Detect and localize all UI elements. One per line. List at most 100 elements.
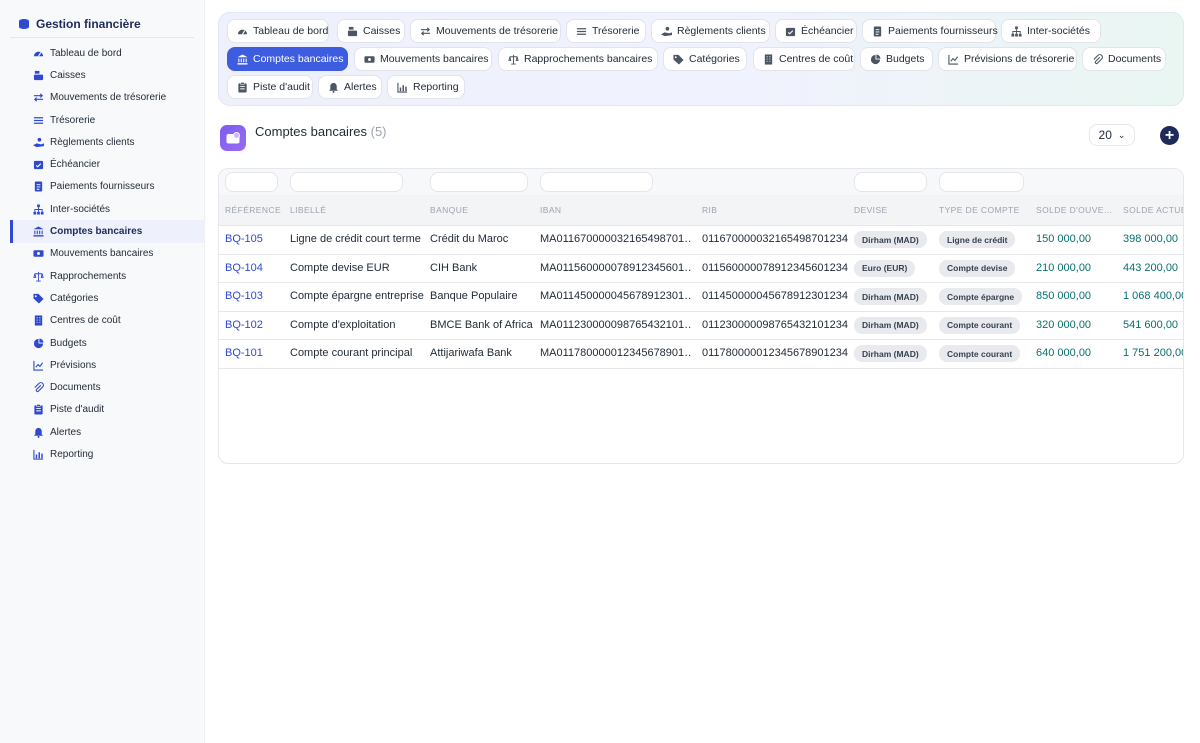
sidebar-item-rapprochements[interactable]: Rapprochements xyxy=(10,265,204,287)
filter-libelle-input[interactable] xyxy=(290,172,403,192)
column-header[interactable]: IBAN xyxy=(540,205,561,215)
table-row[interactable]: BQ-104 Compte devise EUR CIH Bank MA0115600… xyxy=(219,253,1183,283)
bank-name: Attijariwafa Bank xyxy=(430,347,512,360)
sidebar: Gestion financière Tableau de bord Caisse… xyxy=(0,0,205,743)
current-balance: 541 600,00 xyxy=(1123,318,1179,331)
currency-badge: Dirham (MAD) xyxy=(854,345,927,363)
opening-balance: 640 000,00 xyxy=(1036,347,1092,360)
tab-paiements-fournisseurs[interactable]: Paiements fournisseurs xyxy=(862,19,998,43)
filter-iban-input[interactable] xyxy=(540,172,653,192)
bell-icon xyxy=(32,426,44,438)
page-title: Comptes bancaires (5) xyxy=(255,124,387,139)
account-reference-link[interactable]: BQ-105 xyxy=(225,233,263,245)
iban-value: MA011230000098765432101… xyxy=(540,318,692,331)
filter-banque-input[interactable] xyxy=(430,172,528,192)
line-chart-icon xyxy=(948,54,959,65)
account-reference-link[interactable]: BQ-103 xyxy=(225,290,263,302)
sidebar-item-documents[interactable]: Documents xyxy=(10,376,204,398)
tags-icon xyxy=(32,292,44,304)
column-header[interactable]: TYPE DE COMPTE xyxy=(939,205,1020,215)
tab-mouvements-de-tresorerie[interactable]: Mouvements de trésorerie xyxy=(410,19,561,43)
sidebar-item-inter-societes[interactable]: Inter-sociétés xyxy=(10,198,204,220)
sidebar-item-tableau-de-bord[interactable]: Tableau de bord xyxy=(10,42,204,64)
page-size-select[interactable]: 20 ⌄ xyxy=(1089,124,1135,146)
tab-caisses[interactable]: Caisses xyxy=(337,19,405,43)
sidebar-item-comptes-bancaires[interactable]: Comptes bancaires xyxy=(10,220,204,243)
account-reference-link[interactable]: BQ-104 xyxy=(225,262,263,274)
tab-label: Prévisions de trésorerie xyxy=(964,53,1075,65)
tab-categories[interactable]: Catégories xyxy=(663,47,747,71)
calendar-check-icon xyxy=(785,26,796,37)
sidebar-item-label: Reporting xyxy=(50,448,94,460)
column-header[interactable]: RÉFÉRENCE xyxy=(225,205,281,215)
tab-tresorerie[interactable]: Trésorerie xyxy=(566,19,646,43)
tab-previsions-de-tresorerie[interactable]: Prévisions de trésorerie xyxy=(938,47,1077,71)
tab-reglements-clients[interactable]: Règlements clients xyxy=(651,19,770,43)
invoice-icon xyxy=(32,181,44,193)
column-header[interactable]: LIBELLÉ xyxy=(290,205,326,215)
tab-alertes[interactable]: Alertes xyxy=(318,75,382,99)
sidebar-item-label: Prévisions xyxy=(50,359,97,371)
column-header[interactable]: DEVISE xyxy=(854,205,888,215)
tab-piste-d-audit[interactable]: Piste d'audit xyxy=(227,75,313,99)
sidebar-item-piste-d-audit[interactable]: Piste d'audit xyxy=(10,399,204,421)
sidebar-item-mouvements-bancaires[interactable]: Mouvements bancaires xyxy=(10,243,204,265)
table-row[interactable]: BQ-101 Compte courant principal Attijariwa… xyxy=(219,339,1183,368)
tab-rapprochements-bancaires[interactable]: Rapprochements bancaires xyxy=(498,47,658,71)
tab-label: Paiements fournisseurs xyxy=(888,25,998,37)
account-reference-link[interactable]: BQ-102 xyxy=(225,319,263,331)
sidebar-item-reporting[interactable]: Reporting xyxy=(10,443,204,465)
table-row[interactable]: BQ-105 Ligne de crédit court terme Crédit … xyxy=(219,225,1183,254)
tab-echeancier[interactable]: Échéancier xyxy=(775,19,857,43)
tab-mouvements-bancaires[interactable]: Mouvements bancaires xyxy=(354,47,492,71)
sidebar-header: Gestion financière xyxy=(10,12,194,38)
sidebar-item-centres-de-cout[interactable]: Centres de coût xyxy=(10,310,204,332)
account-reference-link[interactable]: BQ-101 xyxy=(225,347,263,359)
sidebar-item-alertes[interactable]: Alertes xyxy=(10,421,204,443)
column-header[interactable]: RIB xyxy=(702,205,717,215)
sidebar-item-paiements-fournisseurs[interactable]: Paiements fournisseurs xyxy=(10,176,204,198)
tab-centres-de-cout[interactable]: Centres de coût xyxy=(753,47,855,71)
tab-comptes-bancaires[interactable]: Comptes bancaires xyxy=(227,47,348,71)
tab-tableau-de-bord[interactable]: Tableau de bord xyxy=(227,19,329,43)
sidebar-item-tresorerie[interactable]: Trésorerie xyxy=(10,109,204,131)
tab-label: Inter-sociétés xyxy=(1027,25,1091,37)
sidebar-item-mouvements-de-tresorerie[interactable]: Mouvements de trésorerie xyxy=(10,87,204,109)
lines-icon xyxy=(576,26,587,37)
currency-badge: Dirham (MAD) xyxy=(854,316,927,334)
sidebar-item-echeancier[interactable]: Échéancier xyxy=(10,153,204,175)
filter-reference-input[interactable] xyxy=(225,172,278,192)
tab-label: Règlements clients xyxy=(677,25,766,37)
bank-name: Banque Populaire xyxy=(430,290,518,303)
tags-icon xyxy=(673,54,684,65)
lines-icon xyxy=(32,114,44,126)
column-header[interactable]: BANQUE xyxy=(430,205,468,215)
account-type-badge: Compte épargne xyxy=(939,288,1023,306)
table-row[interactable]: BQ-102 Compte d'exploitation BMCE Bank of … xyxy=(219,310,1183,340)
sidebar-item-categories[interactable]: Catégories xyxy=(10,287,204,309)
hand-payment-icon xyxy=(661,26,672,37)
tab-label: Trésorerie xyxy=(592,25,640,37)
sidebar-item-reglements-clients[interactable]: Règlements clients xyxy=(10,131,204,153)
table-divider xyxy=(219,368,1183,369)
sidebar-item-previsions[interactable]: Prévisions xyxy=(10,354,204,376)
filter-type-input[interactable] xyxy=(939,172,1024,192)
account-label: Compte devise EUR xyxy=(290,261,390,274)
table-row[interactable]: BQ-103 Compte épargne entreprise Banque Po… xyxy=(219,282,1183,311)
iban-value: MA011560000078912345601… xyxy=(540,261,692,274)
column-header[interactable]: SOLDE D'OUVE… xyxy=(1036,205,1116,215)
rib-value: 011780000012345678901234 xyxy=(702,347,849,360)
money-bill-icon xyxy=(32,248,44,260)
sidebar-item-budgets[interactable]: Budgets xyxy=(10,332,204,354)
account-type-badge: Compte courant xyxy=(939,345,1021,363)
add-account-button[interactable]: + xyxy=(1160,126,1179,145)
tab-inter-societes[interactable]: Inter-sociétés xyxy=(1001,19,1101,43)
sidebar-item-label: Documents xyxy=(50,382,101,394)
filter-devise-input[interactable] xyxy=(854,172,927,192)
tab-budgets[interactable]: Budgets xyxy=(860,47,933,71)
clipboard-icon xyxy=(237,81,248,93)
sidebar-item-caisses[interactable]: Caisses xyxy=(10,64,204,86)
tab-reporting[interactable]: Reporting xyxy=(387,75,465,99)
column-header[interactable]: SOLDE ACTUE xyxy=(1123,205,1183,215)
tab-documents[interactable]: Documents xyxy=(1082,47,1166,71)
